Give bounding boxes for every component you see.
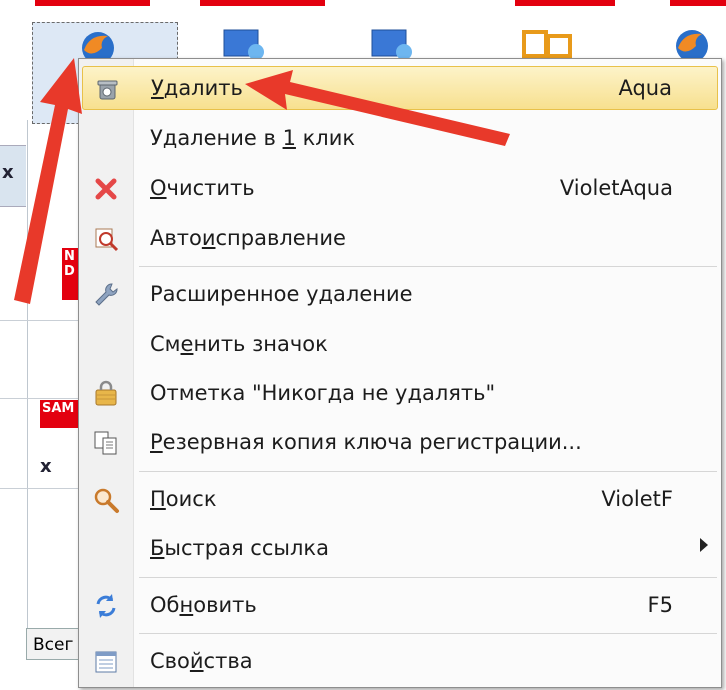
menu-item-search[interactable]: Поиск VioletF	[82, 478, 718, 522]
menu-separator	[139, 633, 717, 634]
office-icon[interactable]	[520, 26, 580, 62]
menu-item-advanced-delete[interactable]: Расширенное удаление	[82, 273, 718, 317]
copy-icon	[94, 431, 117, 455]
red-x-icon	[95, 178, 117, 200]
firefox-icon[interactable]	[668, 26, 718, 62]
red-tab	[515, 0, 615, 6]
refresh-icon	[96, 594, 116, 618]
red-tab	[200, 0, 325, 6]
menu-item-label: Расширенное удаление	[150, 282, 413, 306]
menu-item-label: Сменить значок	[150, 332, 328, 356]
menu-separator	[139, 471, 717, 472]
wrench-icon	[95, 283, 118, 306]
menu-item-label: Обновить	[150, 593, 257, 617]
menu-item-label: Автоисправление	[150, 226, 346, 250]
menu-item-label: Очистить	[150, 176, 255, 200]
firefox-icon[interactable]	[78, 28, 118, 62]
menu-item-refresh[interactable]: Обновить F5	[82, 584, 718, 628]
menu-separator	[139, 577, 717, 578]
menu-item-label: Свойства	[150, 649, 253, 673]
close-mark[interactable]: x	[2, 162, 14, 183]
lock-icon	[95, 380, 117, 406]
menu-item-quick-link[interactable]: Быстрая ссылка	[82, 527, 718, 571]
magnifier-fix-icon	[95, 228, 119, 252]
close-mark[interactable]: x	[40, 456, 52, 477]
menu-item-clean[interactable]: Очистить VioletAqua	[82, 167, 718, 211]
menu-item-label: Поиск	[150, 487, 217, 511]
menu-item-registry-backup[interactable]: Резервная копия ключа регистрации...	[82, 421, 718, 465]
divider	[27, 120, 28, 630]
menu-item-properties[interactable]: Свойства	[82, 640, 718, 684]
divider	[0, 488, 80, 489]
menu-item-change-icon[interactable]: Сменить значок	[82, 323, 718, 367]
red-badge: SAM	[40, 400, 82, 428]
menu-item-shortcut: VioletAqua	[559, 176, 673, 200]
menu-item-one-click-delete[interactable]: Удаление в 1 клик	[82, 117, 718, 161]
menu-item-never-delete[interactable]: Отметка "Никогда не удалять"	[82, 372, 718, 416]
program-icon[interactable]	[222, 28, 266, 62]
menu-separator	[139, 266, 717, 267]
divider	[0, 320, 80, 321]
menu-item-delete[interactable]: Удалить Aqua	[82, 66, 718, 110]
submenu-arrow-icon	[700, 538, 708, 552]
properties-icon	[95, 651, 117, 673]
divider	[0, 398, 80, 399]
menu-item-shortcut: Aqua	[618, 76, 672, 100]
menu-item-label: Быстрая ссылка	[150, 536, 329, 560]
search-icon	[94, 488, 119, 513]
menu-item-label: Удалить	[151, 76, 243, 100]
menu-item-label: Резервная копия ключа регистрации...	[150, 430, 582, 454]
red-tab	[35, 0, 150, 6]
red-tab	[670, 0, 726, 6]
context-menu: Удалить Aqua Удаление в 1 клик Очистить …	[78, 58, 722, 688]
program-icon[interactable]	[370, 28, 414, 62]
menu-item-autofix[interactable]: Автоисправление	[82, 217, 718, 261]
menu-item-label: Отметка "Никогда не удалять"	[150, 381, 496, 405]
menu-item-label: Удаление в 1 клик	[150, 126, 356, 150]
menu-item-shortcut: F5	[647, 593, 673, 617]
recycle-bin-icon	[97, 80, 118, 100]
menu-item-shortcut: VioletF	[601, 487, 673, 511]
